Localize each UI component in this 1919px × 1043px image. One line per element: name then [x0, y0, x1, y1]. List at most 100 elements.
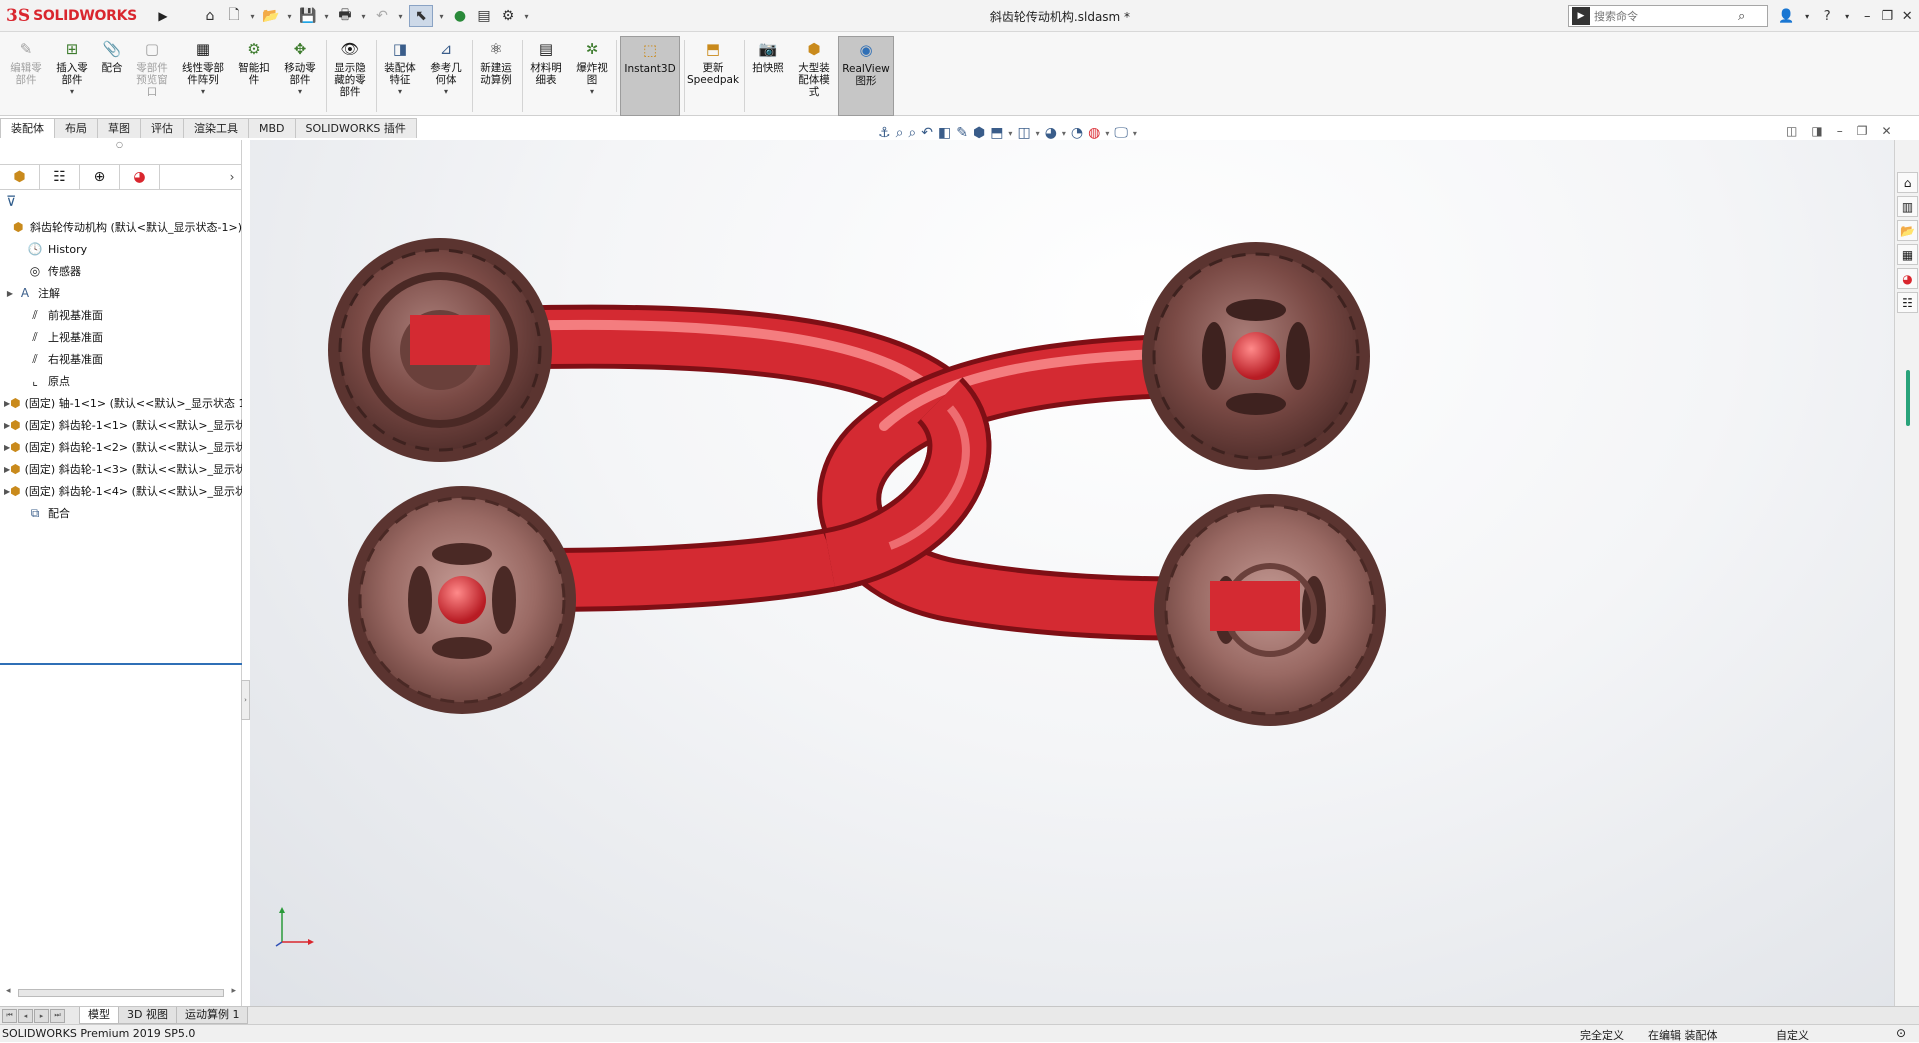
help-icon[interactable]: ? — [1820, 9, 1834, 24]
help-dropdown-icon[interactable]: ▾ — [1840, 12, 1854, 21]
scene-dropdown-icon[interactable]: ▾ — [1105, 129, 1109, 138]
tree-item-history[interactable]: 🕓 History — [0, 238, 242, 260]
chevron-down-icon[interactable]: ▾ — [201, 87, 205, 96]
tree-item-helical-gear-4[interactable]: ▶ ⬢ (固定) 斜齿轮-1<4> (默认<<默认>_显示状态 1>) — [0, 480, 242, 502]
mate-button[interactable]: 📎 配合 — [96, 36, 128, 116]
file-properties-icon[interactable]: ▤ — [474, 5, 494, 27]
component-preview-button[interactable]: ▢ 零部件 预览窗 口 — [130, 36, 174, 116]
tree-item-right-plane[interactable]: ⫽ 右视基准面 — [0, 348, 242, 370]
property-manager-tab-icon[interactable]: ☷ — [40, 165, 80, 189]
dynamic-annotation-icon[interactable]: ✎ — [956, 125, 968, 141]
undo-icon[interactable]: ↶ — [372, 5, 392, 27]
tree-root-assembly[interactable]: ⬢ 斜齿轮传动机构 (默认<默认_显示状态-1>) — [0, 216, 242, 238]
tab-3d-views[interactable]: 3D 视图 — [118, 1007, 177, 1024]
linear-pattern-button[interactable]: ▦ 线性零部 件阵列 ▾ — [176, 36, 230, 116]
minimize-icon[interactable]: – — [1860, 9, 1874, 24]
new-dropdown-icon[interactable]: ▾ — [248, 5, 257, 27]
chevron-down-icon[interactable]: ▾ — [398, 87, 402, 96]
next-tab-icon[interactable]: ▸ — [34, 1008, 49, 1023]
view-orientation-icon[interactable]: ⚓ — [878, 125, 891, 141]
select-dropdown-icon[interactable]: ▾ — [437, 5, 446, 27]
tree-item-mates[interactable]: ⧉ 配合 — [0, 502, 242, 524]
hide-show-dropdown-icon[interactable]: ▾ — [1036, 129, 1040, 138]
panel-handle-icon[interactable]: ○ — [116, 140, 123, 149]
hide-show-items-icon[interactable]: ◫ — [1017, 125, 1030, 141]
take-snapshot-button[interactable]: 📷 拍快照 — [746, 36, 790, 116]
search-input[interactable] — [1594, 9, 1734, 23]
display-style-icon[interactable]: ⬒ — [990, 125, 1003, 141]
restore-icon[interactable]: ❐ — [1880, 9, 1894, 24]
zoom-to-fit-icon[interactable]: ⌕ — [896, 125, 904, 141]
tab-layout[interactable]: 布局 — [54, 118, 98, 138]
file-explorer-icon[interactable]: 📂 — [1897, 220, 1918, 241]
select-arrow-icon[interactable]: ⬉ — [409, 5, 433, 27]
tree-item-shaft-1[interactable]: ▶ ⬢ (固定) 轴-1<1> (默认<<默认>_显示状态 1>) — [0, 392, 242, 414]
units-selector[interactable]: 自定义 — [1776, 1027, 1809, 1043]
section-view-icon[interactable]: ◧ — [938, 125, 951, 141]
feature-manager-tab-icon[interactable]: ⬢ — [0, 165, 40, 189]
large-assembly-mode-button[interactable]: ⬢ 大型装 配体模 式 — [792, 36, 836, 116]
viewport-split-icon[interactable]: ◨ — [1811, 124, 1822, 138]
scroll-left-icon[interactable]: ◂ — [6, 986, 11, 996]
solidworks-logo[interactable]: 3S SOLIDWORKS — [6, 4, 154, 28]
options-gear-icon[interactable]: ⚙ — [498, 5, 518, 27]
open-icon[interactable]: 📂 — [261, 5, 281, 27]
tree-item-helical-gear-2[interactable]: ▶ ⬢ (固定) 斜齿轮-1<2> (默认<<默认>_显示状态 1>) — [0, 436, 242, 458]
tree-item-origin[interactable]: ⌞ 原点 — [0, 370, 242, 392]
chevron-down-icon[interactable]: ▾ — [590, 87, 594, 96]
bill-of-materials-button[interactable]: ▤ 材料明 细表 — [524, 36, 568, 116]
save-icon[interactable]: 💾 — [298, 5, 318, 27]
tree-item-helical-gear-3[interactable]: ▶ ⬢ (固定) 斜齿轮-1<3> (默认<<默认>_显示状态 1>) — [0, 458, 242, 480]
custom-properties-icon[interactable]: ☷ — [1897, 292, 1918, 313]
appearances-scenes-icon[interactable]: ◕ — [1897, 268, 1918, 289]
helical-gear-top-right[interactable] — [1142, 242, 1370, 470]
tab-motion-study-1[interactable]: 运动算例 1 — [175, 1007, 249, 1024]
rollback-bar[interactable] — [0, 663, 242, 665]
status-bar-toggle-icon[interactable]: ⊙ — [1896, 1026, 1906, 1040]
assembly-model-view[interactable] — [250, 140, 1894, 1006]
zoom-to-area-icon[interactable]: ⌕ — [908, 125, 916, 141]
smart-fastener-button[interactable]: ⚙ 智能扣 件 — [232, 36, 276, 116]
search-icon[interactable]: ⌕ — [1738, 9, 1745, 24]
print-dropdown-icon[interactable]: ▾ — [359, 5, 368, 27]
chevron-right-icon[interactable]: › — [222, 165, 242, 189]
reference-geometry-button[interactable]: ⊿ 参考几 何体 ▾ — [424, 36, 468, 116]
view-palette-icon[interactable]: ▦ — [1897, 244, 1918, 265]
update-speedpak-button[interactable]: ⬒ 更新 Speedpak — [686, 36, 740, 116]
edit-appearance-icon[interactable]: ◕ — [1045, 125, 1057, 141]
assembly-features-button[interactable]: ◨ 装配体 特征 ▾ — [378, 36, 422, 116]
show-hidden-components-button[interactable]: 👁 显示隐 藏的零 部件 — [328, 36, 372, 116]
tab-assembly[interactable]: 装配体 — [0, 118, 55, 138]
tree-item-annotations[interactable]: ▶ A 注解 — [0, 282, 242, 304]
chevron-down-icon[interactable]: ▾ — [70, 87, 74, 96]
new-motion-study-button[interactable]: ⚛ 新建运 动算例 — [474, 36, 518, 116]
first-tab-icon[interactable]: ⏮ — [2, 1008, 17, 1023]
prev-tab-icon[interactable]: ◂ — [18, 1008, 33, 1023]
configuration-manager-tab-icon[interactable]: ⊕ — [80, 165, 120, 189]
display-style-dropdown-icon[interactable]: ▾ — [1008, 129, 1012, 138]
scroll-thumb[interactable] — [18, 989, 224, 997]
tree-item-helical-gear-1[interactable]: ▶ ⬢ (固定) 斜齿轮-1<1> (默认<<默认>_显示状态 1>) — [0, 414, 242, 436]
user-dropdown-icon[interactable]: ▾ — [1800, 12, 1814, 21]
chevron-down-icon[interactable]: ▾ — [444, 87, 448, 96]
display-manager-tab-icon[interactable]: ◕ — [120, 165, 160, 189]
move-component-button[interactable]: ✥ 移动零 部件 ▾ — [278, 36, 322, 116]
viewport-restore-icon[interactable]: ❐ — [1857, 124, 1868, 138]
instant3d-button[interactable]: ⬚ Instant3D — [620, 36, 680, 116]
home-icon[interactable]: ⌂ — [200, 5, 220, 27]
design-library-icon[interactable]: ▥ — [1897, 196, 1918, 217]
panel-collapse-handle-icon[interactable]: › — [241, 680, 250, 720]
task-pane-scroll-indicator[interactable] — [1906, 370, 1910, 426]
tab-sketch[interactable]: 草图 — [97, 118, 141, 138]
scene-color-icon[interactable]: ◍ — [1088, 125, 1100, 141]
scroll-right-icon[interactable]: ▸ — [231, 986, 236, 996]
realview-graphics-button[interactable]: ◉ RealView 图形 — [838, 36, 894, 116]
menu-expand-arrow-icon[interactable]: ▶ — [156, 5, 170, 27]
tree-item-sensors[interactable]: ◎ 传感器 — [0, 260, 242, 282]
solidworks-resources-home-icon[interactable]: ⌂ — [1897, 172, 1918, 193]
tab-evaluate[interactable]: 评估 — [140, 118, 184, 138]
expand-arrow-icon[interactable]: ▶ — [4, 289, 16, 298]
tree-item-front-plane[interactable]: ⫽ 前视基准面 — [0, 304, 242, 326]
filter-icon[interactable]: ⊽ — [6, 194, 16, 210]
last-tab-icon[interactable]: ⏭ — [50, 1008, 65, 1023]
